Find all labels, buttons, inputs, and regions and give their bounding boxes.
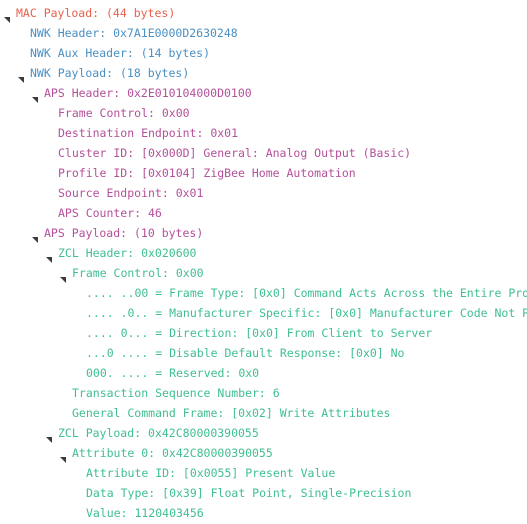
expand-triangle-icon[interactable] <box>31 83 44 103</box>
expand-triangle-icon[interactable] <box>59 263 72 283</box>
tree-row-label: .... .0.. = Manufacturer Specific: [0x0]… <box>86 306 527 320</box>
expand-triangle-icon[interactable] <box>45 243 58 263</box>
tree-row[interactable]: Attribute 0: 0x42C80000390055 <box>0 443 527 463</box>
tree-row-label: Value: 1120403456 <box>86 506 204 520</box>
tree-row-label: ZCL Header: 0x020600 <box>58 246 197 260</box>
tree-row[interactable]: .... .0.. = Manufacturer Specific: [0x0]… <box>0 303 527 323</box>
tree-row[interactable]: NWK Header: 0x7A1E0000D2630248 <box>0 23 527 43</box>
tree-row-label: Data Type: [0x39] Float Point, Single-Pr… <box>86 486 412 500</box>
tree-row-label: Frame Control: 0x00 <box>72 266 204 280</box>
tree-row[interactable]: APS Header: 0x2E010104000D0100 <box>0 83 527 103</box>
tree-row-label: Profile ID: [0x0104] ZigBee Home Automat… <box>58 166 356 180</box>
collapse-triangle-icon[interactable] <box>17 43 30 63</box>
tree-row-label: .... ..00 = Frame Type: [0x0] Command Ac… <box>86 286 527 300</box>
tree-row-label: General Command Frame: [0x02] Write Attr… <box>72 406 391 420</box>
expand-triangle-icon[interactable] <box>45 423 58 443</box>
tree-row[interactable]: .... ..00 = Frame Type: [0x0] Command Ac… <box>0 283 527 303</box>
tree-row[interactable]: Value: 1120403456 <box>0 503 527 523</box>
tree-row-label: ZCL Payload: 0x42C80000390055 <box>58 426 259 440</box>
tree-row[interactable]: Destination Endpoint: 0x01 <box>0 123 527 143</box>
collapse-triangle-icon[interactable] <box>45 103 58 123</box>
tree-row-label: Source Endpoint: 0x01 <box>58 186 204 200</box>
tree-row-label: APS Counter: 46 <box>58 206 162 220</box>
tree-row[interactable]: ...0 .... = Disable Default Response: [0… <box>0 343 527 363</box>
tree-row-label: NWK Header: 0x7A1E0000D2630248 <box>30 26 238 40</box>
tree-row-label: Transaction Sequence Number: 6 <box>72 386 280 400</box>
tree-row-label: Destination Endpoint: 0x01 <box>58 126 239 140</box>
tree-row-label: NWK Payload: (18 bytes) <box>30 66 190 80</box>
tree-row[interactable]: Transaction Sequence Number: 6 <box>0 383 527 403</box>
expand-triangle-icon[interactable] <box>3 3 16 23</box>
tree-row[interactable]: APS Counter: 46 <box>0 203 527 223</box>
tree-row-label: .... 0... = Direction: [0x0] From Client… <box>86 326 433 340</box>
tree-row-label: 000. .... = Reserved: 0x0 <box>86 366 260 380</box>
tree-row[interactable]: APS Payload: (10 bytes) <box>0 223 527 243</box>
expand-triangle-icon[interactable] <box>31 223 44 243</box>
tree-row[interactable]: 000. .... = Reserved: 0x0 <box>0 363 527 383</box>
collapse-triangle-icon[interactable] <box>17 23 30 43</box>
tree-row[interactable]: Attribute ID: [0x0055] Present Value <box>0 463 527 483</box>
tree-row[interactable]: ZCL Header: 0x020600 <box>0 243 527 263</box>
tree-row-label: Cluster ID: [0x000D] General: Analog Out… <box>58 146 412 160</box>
tree-row-label: Attribute ID: [0x0055] Present Value <box>86 466 336 480</box>
packet-tree: MAC Payload: (44 bytes) NWK Header: 0x7A1… <box>0 0 527 524</box>
tree-row[interactable]: NWK Payload: (18 bytes) <box>0 63 527 83</box>
tree-row[interactable]: General Command Frame: [0x02] Write Attr… <box>0 403 527 423</box>
tree-row[interactable]: Frame Control: 0x00 <box>0 103 527 123</box>
expand-triangle-icon[interactable] <box>17 63 30 83</box>
tree-row[interactable]: Source Endpoint: 0x01 <box>0 183 527 203</box>
tree-row[interactable]: Frame Control: 0x00 <box>0 263 527 283</box>
tree-row-label: NWK Aux Header: (14 bytes) <box>30 46 211 60</box>
tree-row-label: APS Header: 0x2E010104000D0100 <box>44 86 252 100</box>
tree-row-label: MAC Payload: (44 bytes) <box>16 6 176 20</box>
tree-row[interactable]: Profile ID: [0x0104] ZigBee Home Automat… <box>0 163 527 183</box>
packet-dissection-panel[interactable]: MAC Payload: (44 bytes) NWK Header: 0x7A1… <box>0 0 528 524</box>
tree-row[interactable]: NWK Aux Header: (14 bytes) <box>0 43 527 63</box>
tree-row-label: ...0 .... = Disable Default Response: [0… <box>86 346 405 360</box>
tree-row[interactable]: ZCL Payload: 0x42C80000390055 <box>0 423 527 443</box>
tree-row[interactable]: Cluster ID: [0x000D] General: Analog Out… <box>0 143 527 163</box>
tree-row-label: Attribute 0: 0x42C80000390055 <box>72 446 273 460</box>
tree-row[interactable]: Data Type: [0x39] Float Point, Single-Pr… <box>0 483 527 503</box>
expand-triangle-icon[interactable] <box>59 443 72 463</box>
tree-row[interactable]: MAC Payload: (44 bytes) <box>0 3 527 23</box>
tree-row-label: Frame Control: 0x00 <box>58 106 190 120</box>
tree-row[interactable]: .... 0... = Direction: [0x0] From Client… <box>0 323 527 343</box>
tree-row-label: APS Payload: (10 bytes) <box>44 226 204 240</box>
